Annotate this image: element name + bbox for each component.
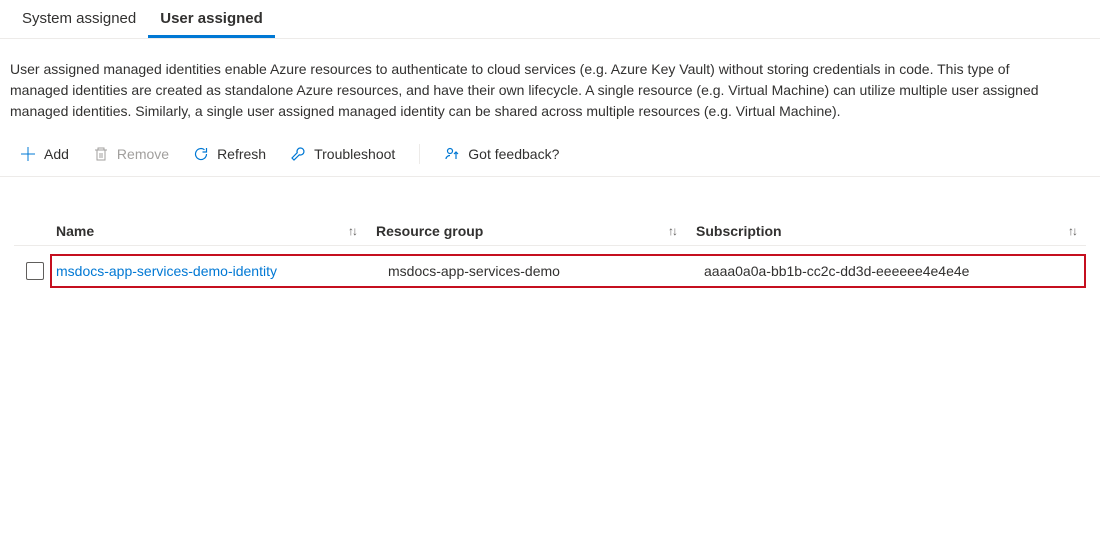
col-header-subscription[interactable]: Subscription ↑↓	[696, 223, 1086, 239]
toolbar-separator	[419, 144, 420, 164]
toolbar: Add Remove Refresh Troubleshoot Got feed…	[0, 136, 1100, 177]
plus-icon	[20, 146, 36, 162]
sort-icon: ↑↓	[1068, 224, 1076, 238]
refresh-label: Refresh	[217, 146, 266, 162]
troubleshoot-button[interactable]: Troubleshoot	[280, 142, 405, 166]
sort-icon: ↑↓	[668, 224, 676, 238]
troubleshoot-label: Troubleshoot	[314, 146, 395, 162]
subscription-value: aaaa0a0a-bb1b-cc2c-dd3d-eeeeee4e4e4e	[704, 263, 969, 279]
tabs-bar: System assigned User assigned	[0, 0, 1100, 39]
table-row: msdocs-app-services-demo-identity msdocs…	[14, 246, 1086, 296]
col-header-name[interactable]: Name ↑↓	[56, 223, 376, 239]
resource-group-value: msdocs-app-services-demo	[388, 263, 560, 279]
refresh-icon	[193, 146, 209, 162]
feedback-label: Got feedback?	[468, 146, 559, 162]
feedback-button[interactable]: Got feedback?	[434, 142, 569, 166]
sort-icon: ↑↓	[348, 224, 356, 238]
col-header-name-label: Name	[56, 223, 94, 239]
row-checkbox[interactable]	[26, 262, 44, 280]
add-label: Add	[44, 146, 69, 162]
col-header-rg-label: Resource group	[376, 223, 483, 239]
remove-label: Remove	[117, 146, 169, 162]
add-button[interactable]: Add	[10, 142, 79, 166]
col-header-sub-label: Subscription	[696, 223, 782, 239]
trash-icon	[93, 146, 109, 162]
description-text: User assigned managed identities enable …	[0, 39, 1080, 136]
tab-user-assigned[interactable]: User assigned	[148, 0, 275, 38]
table-header-row: Name ↑↓ Resource group ↑↓ Subscription ↑…	[14, 217, 1086, 246]
col-header-resource-group[interactable]: Resource group ↑↓	[376, 223, 696, 239]
tab-system-assigned[interactable]: System assigned	[10, 0, 148, 38]
remove-button: Remove	[83, 142, 179, 166]
refresh-button[interactable]: Refresh	[183, 142, 276, 166]
highlight-annotation: msdocs-app-services-demo-identity msdocs…	[50, 254, 1086, 288]
wrench-icon	[290, 146, 306, 162]
feedback-icon	[444, 146, 460, 162]
identity-table: Name ↑↓ Resource group ↑↓ Subscription ↑…	[0, 177, 1100, 296]
identity-name-link[interactable]: msdocs-app-services-demo-identity	[56, 263, 277, 279]
